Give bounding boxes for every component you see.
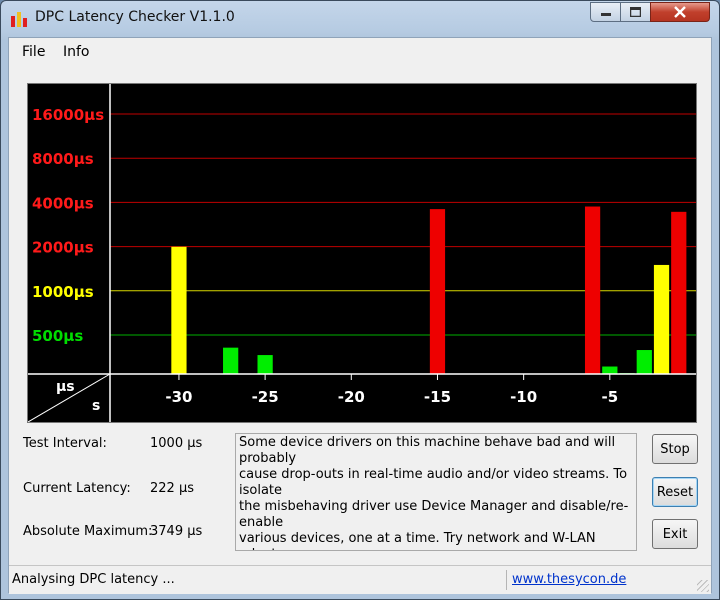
latency-bar <box>671 211 687 374</box>
x-tick-label: -30 <box>165 388 192 406</box>
info-message-box: Some device drivers on this machine beha… <box>235 433 637 551</box>
status-bar: Analysing DPC latency ... www.thesycon.d… <box>9 565 711 594</box>
latency-chart-svg: 500µs 1000µs 2000µs 4000µs 8000µs 16000µs -30 -… <box>28 84 696 422</box>
latency-chart: 500µs 1000µs 2000µs 4000µs 8000µs 16000µs -30 -… <box>27 83 697 423</box>
maximize-icon <box>630 7 641 17</box>
status-text: Analysing DPC latency ... <box>12 572 175 587</box>
test-interval-label: Test Interval: <box>23 436 107 451</box>
y-tick-label: 8000µs <box>32 150 94 168</box>
menu-info[interactable]: Info <box>63 44 90 60</box>
client-area: File Info 500µs 1000µs 2000µs 4000µs 8000µs 1… <box>8 37 712 594</box>
close-icon <box>674 6 686 18</box>
latency-bar <box>653 264 670 374</box>
absolute-maximum-label: Absolute Maximum: <box>23 524 153 539</box>
y-tick-label: 1000µs <box>32 283 94 301</box>
x-tick-label: -25 <box>252 388 279 406</box>
absolute-maximum-value: 3749 µs <box>150 524 203 539</box>
reset-button[interactable]: Reset <box>652 477 698 507</box>
status-separator <box>506 570 507 590</box>
minimize-icon <box>600 13 611 16</box>
latency-bar <box>171 246 187 374</box>
y-tick-label: 16000µs <box>32 106 104 124</box>
latency-bar <box>257 355 273 374</box>
x-tick-label: -5 <box>601 388 618 406</box>
latency-bar <box>584 206 601 374</box>
y-tick-label: 4000µs <box>32 194 94 212</box>
website-link[interactable]: www.thesycon.de <box>512 572 626 587</box>
unit-seconds-label: s <box>92 398 100 414</box>
close-button[interactable] <box>650 2 710 22</box>
maximize-button[interactable] <box>620 2 651 22</box>
menu-bar: File Info <box>9 38 711 66</box>
latency-bar <box>429 209 446 374</box>
unit-microseconds-label: µs <box>56 379 75 395</box>
latency-bar <box>223 347 239 374</box>
latency-bar <box>636 350 652 374</box>
x-tick-label: -20 <box>338 388 365 406</box>
window-title: DPC Latency Checker V1.1.0 <box>35 9 235 25</box>
menu-file[interactable]: File <box>22 44 45 60</box>
stop-button[interactable]: Stop <box>652 434 698 464</box>
app-window: DPC Latency Checker V1.1.0 File Info 500… <box>0 0 720 600</box>
current-latency-label: Current Latency: <box>23 481 131 496</box>
x-tick-label: -15 <box>424 388 451 406</box>
x-tick-label: -10 <box>510 388 537 406</box>
y-tick-label: 500µs <box>32 327 83 345</box>
test-interval-value: 1000 µs <box>150 436 203 451</box>
y-tick-label: 2000µs <box>32 239 94 257</box>
exit-button[interactable]: Exit <box>652 519 698 549</box>
resize-grip-icon[interactable] <box>697 580 709 592</box>
latency-bar <box>602 366 618 374</box>
minimize-button[interactable] <box>590 2 621 22</box>
title-bar[interactable]: DPC Latency Checker V1.1.0 <box>1 1 719 37</box>
current-latency-value: 222 µs <box>150 481 194 496</box>
app-bars-icon <box>11 12 27 27</box>
